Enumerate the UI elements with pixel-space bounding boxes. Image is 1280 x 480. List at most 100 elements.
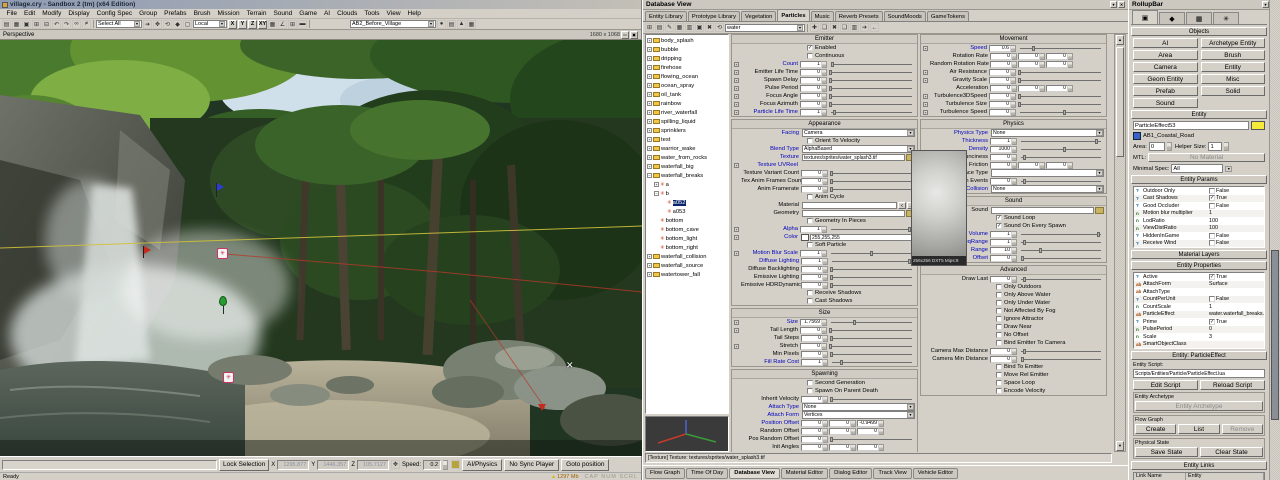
spinner-buttons[interactable] <box>823 335 828 342</box>
value-slider[interactable] <box>832 170 912 177</box>
slider-thumb[interactable] <box>1023 277 1026 282</box>
value-input[interactable]: 0 <box>1018 61 1040 68</box>
value-slider[interactable] <box>1020 45 1101 52</box>
slider-thumb[interactable] <box>829 328 832 333</box>
remove-library-icon[interactable]: ✖ <box>705 23 714 32</box>
hold-icon[interactable]: ⊞ <box>32 20 41 29</box>
expand-param-button[interactable]: + <box>734 251 739 256</box>
no-sync-player-button[interactable]: No Sync Player <box>504 459 559 471</box>
tree-expand-icon[interactable]: − <box>647 173 652 178</box>
checkbox-geometry-in-pieces[interactable] <box>807 218 813 224</box>
entity-script-header[interactable]: Entity: ParticleEffect <box>1131 351 1267 360</box>
export-selected-icon[interactable]: ▣ <box>22 20 31 29</box>
menu-brush[interactable]: Brush <box>190 10 214 17</box>
library-dropdown[interactable]: water▼ <box>725 24 805 32</box>
value-slider[interactable] <box>1021 146 1101 153</box>
checkbox-not-affected-by-fog[interactable] <box>996 308 1002 314</box>
spinner-buttons[interactable] <box>1012 138 1017 145</box>
expand-param-button[interactable]: + <box>734 62 739 67</box>
tab-music[interactable]: Music <box>811 11 834 21</box>
speed-field[interactable]: 0.2 <box>423 460 441 470</box>
checkbox-bind-emitter-to-camera[interactable] <box>996 340 1002 346</box>
tab-vegetation[interactable]: Vegetation <box>741 11 776 21</box>
slider-thumb[interactable] <box>829 78 832 83</box>
spinner-buttons[interactable] <box>1040 162 1045 169</box>
section-header[interactable]: Size <box>732 309 917 318</box>
tree-item-warrior-wake[interactable]: +warrior_wake <box>647 144 727 153</box>
value-slider[interactable] <box>1021 348 1101 355</box>
list-button[interactable]: List <box>1178 424 1219 434</box>
remove-button[interactable]: Remove <box>1222 424 1263 434</box>
value-input[interactable]: 1 <box>800 250 822 257</box>
area-spinner[interactable] <box>1167 142 1172 151</box>
checkbox-draw-near[interactable] <box>996 324 1002 330</box>
property-active[interactable]: ?Active✓True <box>1134 273 1264 281</box>
load-library-icon[interactable]: ▥ <box>685 23 694 32</box>
slider-thumb[interactable] <box>830 352 833 357</box>
expand-param-button[interactable]: + <box>734 320 739 325</box>
select-mode-dropdown[interactable]: Select All▼ <box>96 20 142 28</box>
property-value[interactable]: 1 <box>1209 304 1264 310</box>
dropdown[interactable]: AlphaBased▼ <box>802 145 915 153</box>
value-slider[interactable] <box>832 359 912 366</box>
property-checkbox[interactable] <box>1209 188 1215 194</box>
expand-param-button[interactable]: + <box>923 70 928 75</box>
spinner-buttons[interactable] <box>1068 53 1073 60</box>
value-slider[interactable] <box>1020 69 1101 76</box>
value-slider[interactable] <box>1021 255 1101 262</box>
checkbox-receive-shadows[interactable] <box>807 290 813 296</box>
measure-icon[interactable]: ▲ <box>457 20 466 29</box>
slider-thumb[interactable] <box>1063 110 1066 115</box>
bottom-tab-flow-graph[interactable]: Flow Graph <box>645 468 685 479</box>
value-input[interactable]: 1 <box>801 258 823 265</box>
spinner-buttons[interactable] <box>823 452 828 453</box>
slider-thumb[interactable] <box>1021 357 1024 362</box>
spinner-buttons[interactable] <box>823 266 828 273</box>
window-titlebar[interactable]: village.cry - Sandbox 2 (tm) (x64 Editio… <box>0 0 641 9</box>
spinner-buttons[interactable] <box>823 178 828 185</box>
spinner-buttons[interactable] <box>823 396 828 403</box>
pin-panel-icon[interactable]: ▾ <box>1110 1 1117 8</box>
section-header[interactable]: Emitter <box>732 35 917 44</box>
property-value[interactable]: ✓True <box>1209 274 1264 280</box>
value-input[interactable]: 0 <box>990 61 1012 68</box>
value-input[interactable]: 0 <box>801 444 823 451</box>
material-button[interactable]: No Material <box>1148 153 1265 162</box>
spinner-buttons[interactable] <box>1012 348 1017 355</box>
dropdown[interactable]: None▼ <box>991 129 1104 137</box>
spinner-buttons[interactable] <box>851 428 856 435</box>
section-header[interactable]: Physics <box>921 120 1106 129</box>
object-button-entity[interactable]: Entity <box>1201 62 1266 72</box>
object-button-ai[interactable]: AI <box>1133 38 1198 48</box>
value-slider[interactable] <box>831 101 912 108</box>
value-input[interactable]: 0 <box>800 101 822 108</box>
terrain-icon[interactable] <box>451 460 460 469</box>
dropdown[interactable]: Vertices▼ <box>802 411 915 419</box>
tree-expand-icon[interactable]: + <box>647 74 652 79</box>
tab-gametokens[interactable]: GameTokens <box>927 11 969 21</box>
value-slider[interactable] <box>831 93 912 100</box>
value-input[interactable]: 0.6 <box>989 45 1011 52</box>
value-slider[interactable] <box>1020 109 1101 116</box>
value-input[interactable]: 0 <box>990 276 1012 283</box>
value-input[interactable]: 0 <box>801 170 823 177</box>
spinner-buttons[interactable] <box>1011 69 1016 76</box>
spinner-buttons[interactable] <box>1012 146 1017 153</box>
checkbox-cast-shadows[interactable] <box>807 298 813 304</box>
dropdown-arrow-icon[interactable]: ▼ <box>907 130 914 136</box>
minimal-spec-arrow-icon[interactable]: ▼ <box>1225 166 1232 172</box>
value-input[interactable]: 0 <box>801 282 823 289</box>
y-coordinate-field[interactable]: 1446.357 <box>317 460 349 470</box>
tree-item-a053[interactable]: ✳a053 <box>647 207 727 216</box>
property-value[interactable]: False <box>1209 203 1264 209</box>
menu-group[interactable]: Group <box>136 10 161 17</box>
tab-display[interactable]: ▦ <box>1186 12 1212 24</box>
slider-thumb[interactable] <box>833 110 836 115</box>
value-input[interactable]: 0 <box>801 420 823 427</box>
checkbox-second-generation[interactable] <box>807 380 813 386</box>
menu-clouds[interactable]: Clouds <box>334 10 361 17</box>
spinner-buttons[interactable] <box>823 444 828 451</box>
value-input[interactable]: 0 <box>857 444 879 451</box>
tree-item-bottom-light[interactable]: ✳bottom_light <box>647 234 727 243</box>
tree-expand-icon[interactable]: + <box>647 272 652 277</box>
